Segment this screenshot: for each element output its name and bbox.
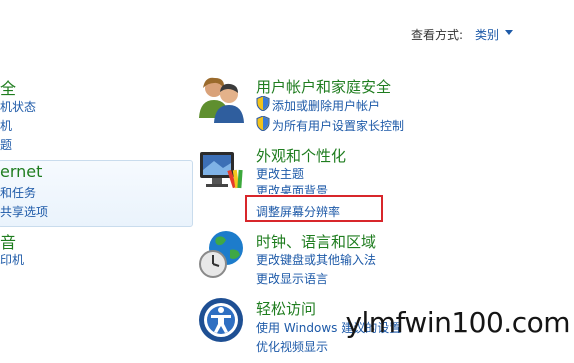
link-add-remove-users[interactable]: 添加或删除用户帐户 [272, 97, 380, 114]
left-section2-link-2[interactable]: 共享选项 [0, 203, 48, 220]
left-section1-link-1[interactable]: 机状态 [0, 98, 36, 115]
left-section1-heading[interactable]: 全 [0, 75, 16, 99]
left-section2-link-1[interactable]: 和任务 [0, 184, 36, 201]
watermark: ylmfwin100.com [345, 306, 570, 339]
left-section3-link-1[interactable]: 印机 [0, 251, 24, 268]
view-by-label: 查看方式: [411, 28, 464, 42]
category-title-appearance[interactable]: 外观和个性化 [256, 145, 346, 166]
globe-clock-icon[interactable] [196, 228, 248, 284]
left-section3-heading[interactable]: 音 [0, 229, 16, 253]
left-section2-heading[interactable]: ernet [0, 162, 42, 181]
category-title-ease-of-access[interactable]: 轻松访问 [256, 298, 316, 319]
left-section1-link-2[interactable]: 机 [0, 117, 12, 134]
monitor-icon[interactable] [198, 150, 246, 198]
link-optimize-visual-display[interactable]: 优化视频显示 [256, 338, 328, 355]
chevron-down-icon[interactable] [505, 30, 513, 35]
link-change-display-language[interactable]: 更改显示语言 [256, 270, 328, 287]
category-title-clock-language-region[interactable]: 时钟、语言和区域 [256, 231, 376, 252]
link-parental-controls[interactable]: 为所有用户设置家长控制 [272, 117, 404, 134]
left-section1-link-3[interactable]: 题 [0, 136, 12, 153]
link-change-desktop-background[interactable]: 更改桌面背景 [256, 182, 328, 194]
ease-of-access-icon[interactable] [197, 296, 245, 348]
link-change-keyboard[interactable]: 更改键盘或其他输入法 [256, 251, 376, 268]
link-change-theme[interactable]: 更改主题 [256, 165, 304, 182]
category-title-user-accounts[interactable]: 用户帐户和家庭安全 [256, 76, 391, 97]
shield-icon [256, 95, 270, 115]
users-icon[interactable] [197, 74, 247, 128]
view-by-select[interactable]: 类别 [475, 26, 499, 43]
shield-icon [256, 115, 270, 135]
link-adjust-screen-resolution[interactable]: 调整屏幕分辨率 [256, 203, 340, 220]
